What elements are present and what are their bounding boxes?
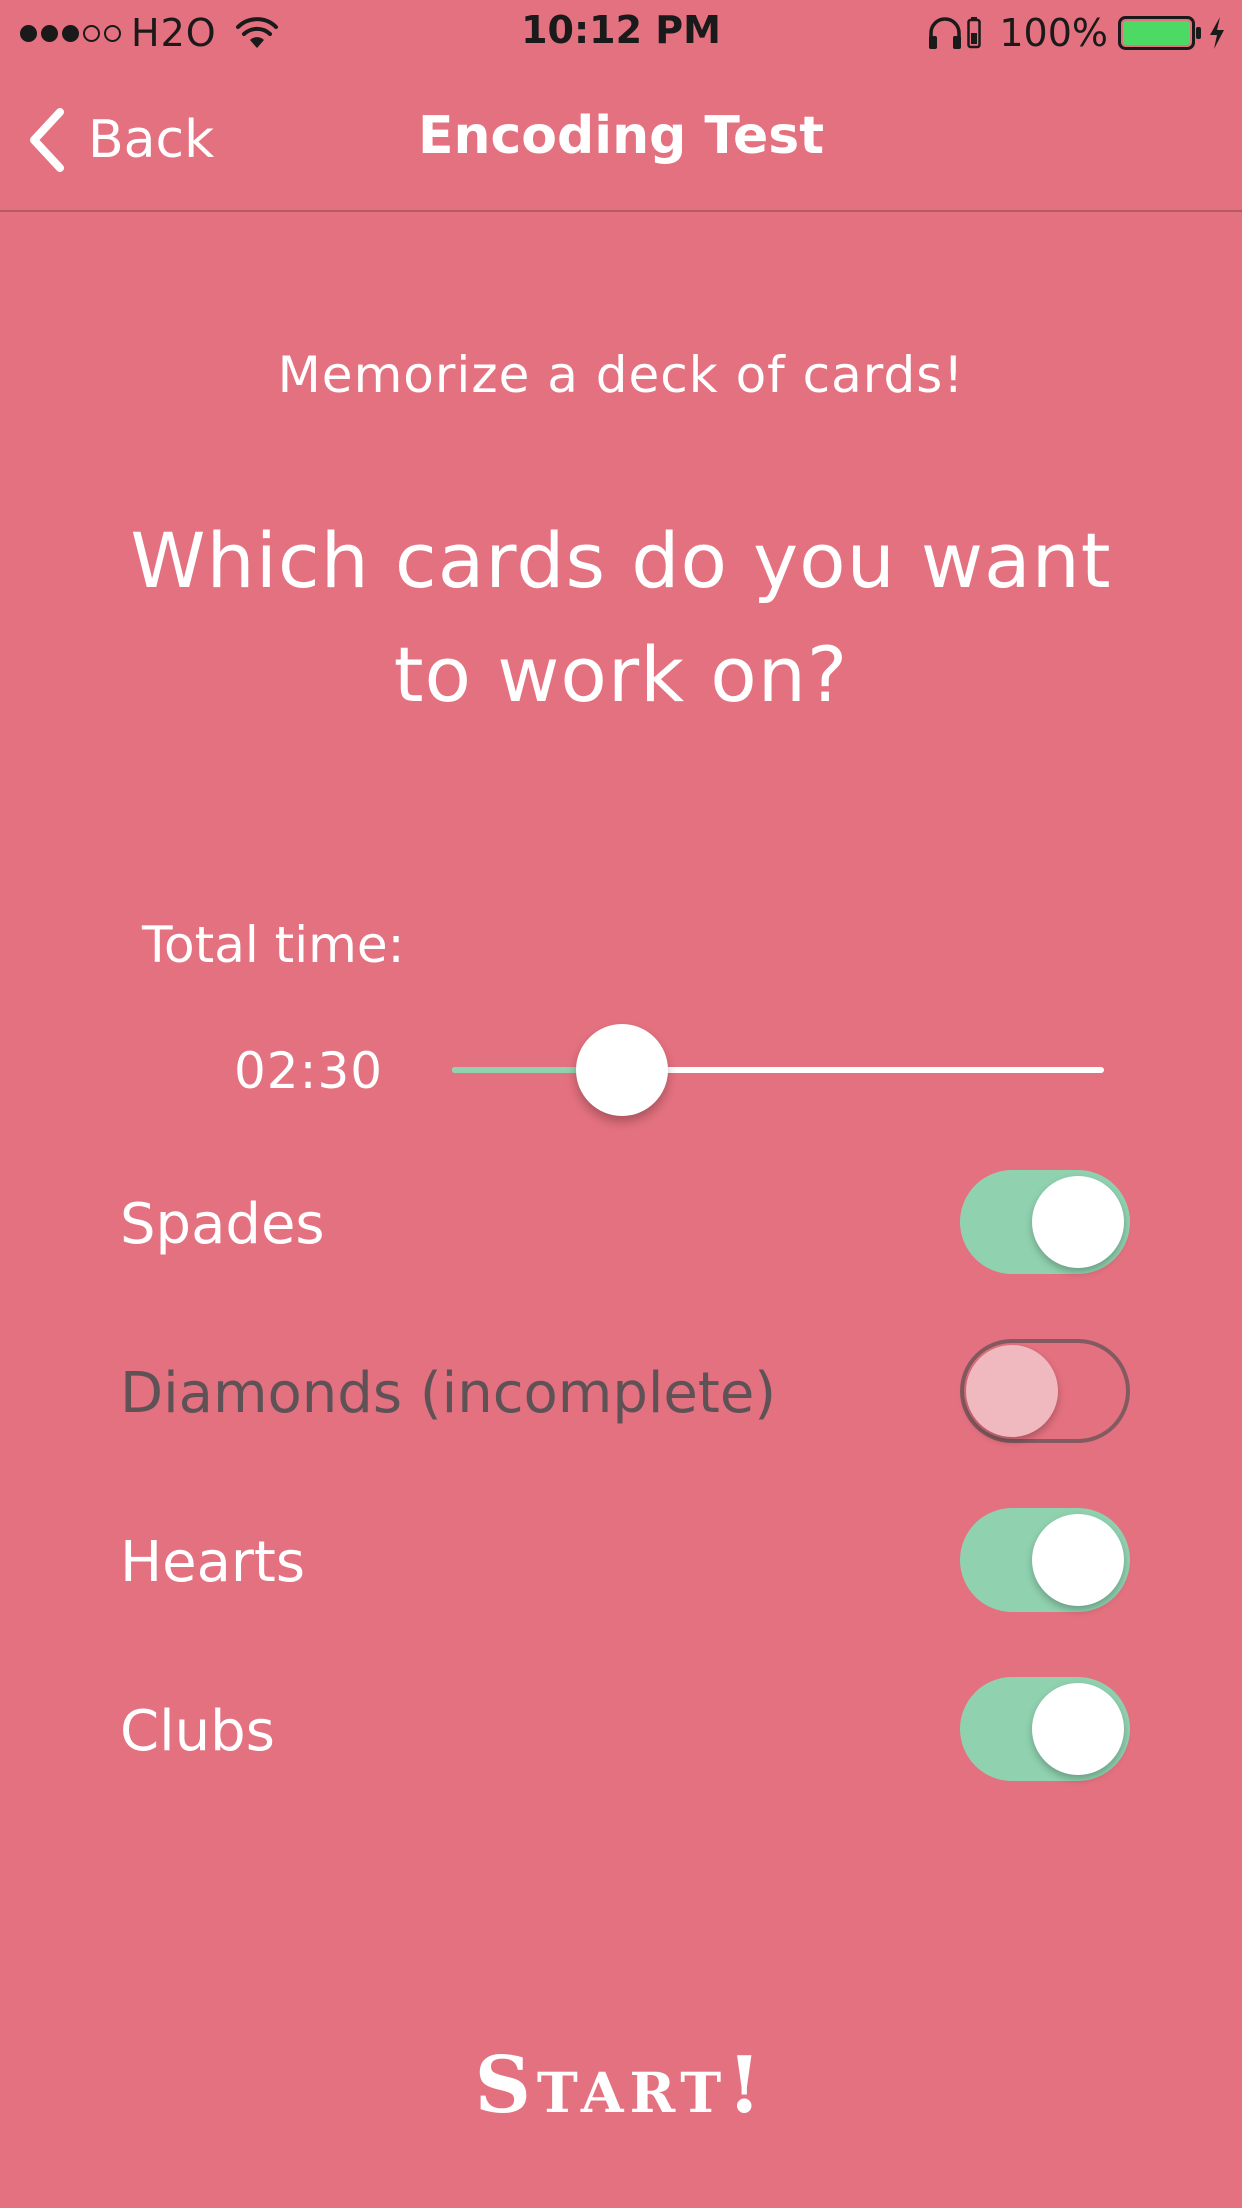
- headphones-icon: [929, 17, 962, 49]
- suit-row-diamonds: Diamonds (incomplete): [120, 1339, 1130, 1443]
- start-button[interactable]: Start!: [0, 2040, 1242, 2131]
- suit-label: Diamonds (incomplete): [120, 1361, 777, 1426]
- toggle-knob: [1032, 1176, 1124, 1268]
- clubs-toggle[interactable]: [960, 1677, 1130, 1781]
- total-time-slider[interactable]: [452, 1024, 1104, 1116]
- suit-row-hearts: Hearts: [120, 1508, 1130, 1612]
- suit-row-spades: Spades: [120, 1170, 1130, 1274]
- charging-bolt-icon: [1210, 17, 1224, 49]
- toggle-knob: [966, 1345, 1058, 1437]
- total-time-value: 02:30: [234, 1042, 384, 1100]
- spades-toggle[interactable]: [960, 1170, 1130, 1274]
- device-battery-icon: [967, 17, 982, 49]
- suit-label: Hearts: [120, 1530, 306, 1595]
- suit-label: Spades: [120, 1192, 325, 1257]
- question-heading: Which cards do you want to work on?: [130, 516, 1112, 719]
- status-bar: H2O 10:12 PM 100%: [0, 0, 1242, 66]
- battery-percentage: 100%: [999, 11, 1108, 55]
- subtitle: Memorize a deck of cards!: [277, 346, 965, 404]
- toggle-knob: [1032, 1514, 1124, 1606]
- navigation-bar: Back Encoding Test: [0, 66, 1242, 212]
- diamonds-toggle[interactable]: [960, 1339, 1130, 1443]
- toggle-knob: [1032, 1683, 1124, 1775]
- battery-icon: [1118, 16, 1201, 50]
- status-right: 100%: [927, 11, 1226, 55]
- page-title: Encoding Test: [417, 106, 825, 166]
- total-time-label: Total time:: [142, 916, 405, 974]
- suit-label: Clubs: [120, 1699, 275, 1764]
- suit-row-clubs: Clubs: [120, 1677, 1130, 1781]
- slider-thumb[interactable]: [575, 1024, 668, 1116]
- hearts-toggle[interactable]: [960, 1508, 1130, 1612]
